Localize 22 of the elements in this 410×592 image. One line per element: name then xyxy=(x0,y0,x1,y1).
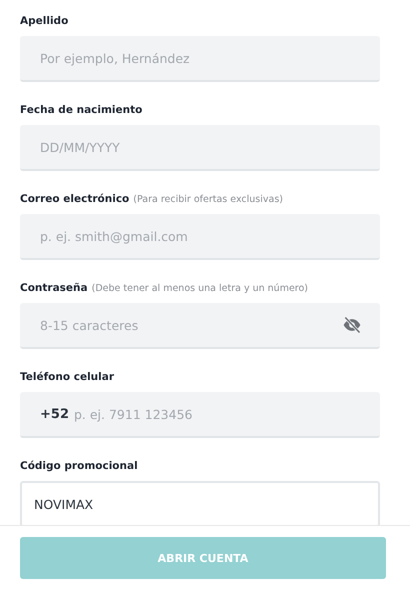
field-label: Código promocional xyxy=(20,460,138,472)
field-label: Contraseña xyxy=(20,282,88,294)
field-label: Apellido xyxy=(20,15,68,27)
country-code: +52 xyxy=(40,406,69,422)
hidden-eye-icon[interactable] xyxy=(342,315,362,335)
text-input[interactable]: p. ej. smith@gmail.com xyxy=(40,226,362,246)
input-field[interactable]: +52 p. ej. 7911 123456 xyxy=(20,392,380,438)
text-input[interactable]: p. ej. 7911 123456 xyxy=(74,404,362,424)
field-label: Fecha de nacimiento xyxy=(20,104,142,116)
text-input[interactable]: 8-15 caracteres xyxy=(40,315,342,335)
input-field[interactable]: NOVIMAX xyxy=(20,481,380,525)
field-label: Teléfono celular xyxy=(20,371,114,383)
field-label: Correo electrónico xyxy=(20,193,130,205)
input-field[interactable]: 8-15 caracteres xyxy=(20,303,380,349)
input-field[interactable]: DD/MM/YYYY xyxy=(20,125,380,171)
text-input[interactable]: Por ejemplo, Hernández xyxy=(40,48,362,68)
text-input[interactable]: DD/MM/YYYY xyxy=(40,137,362,157)
input-field[interactable]: p. ej. smith@gmail.com xyxy=(20,214,380,260)
input-field[interactable]: Por ejemplo, Hernández xyxy=(20,36,380,82)
text-input[interactable]: NOVIMAX xyxy=(34,494,360,514)
field-hint: (Debe tener al menos una letra y un número) xyxy=(92,282,308,294)
field-hint: (Para recibir ofertas exclusivas) xyxy=(133,194,283,204)
